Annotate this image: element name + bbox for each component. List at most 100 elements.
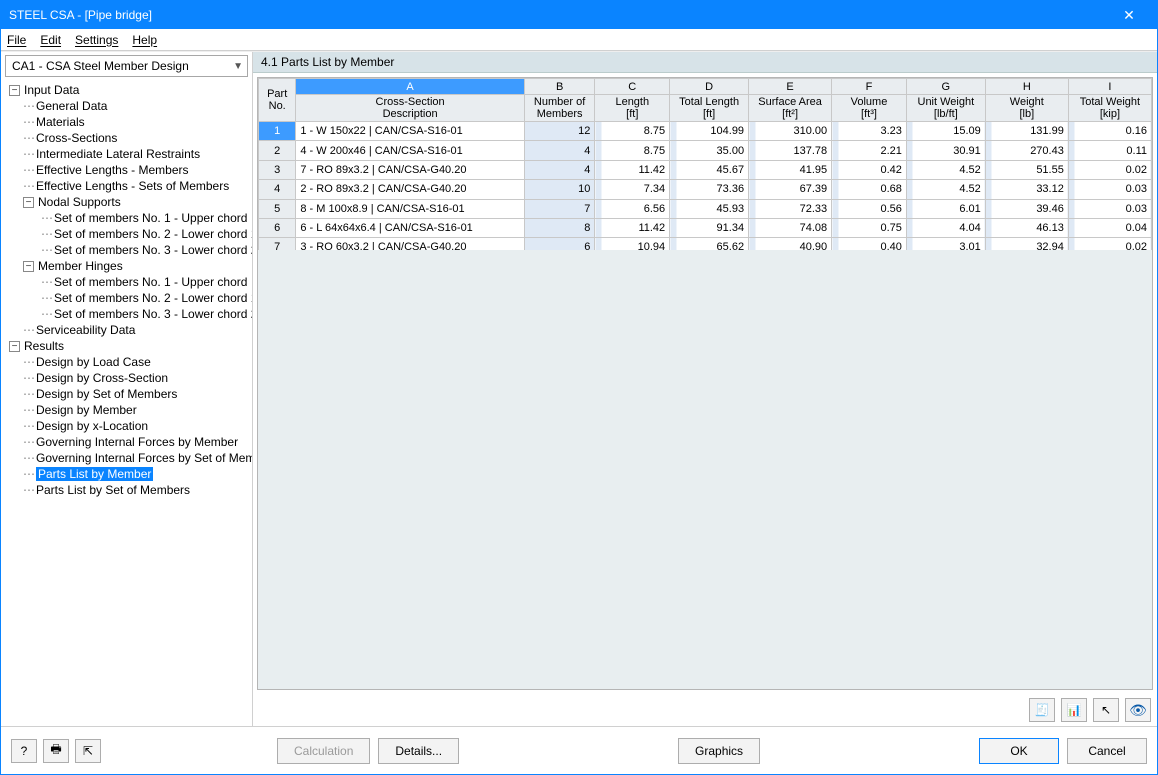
cell-sa[interactable]: 67.39 <box>749 180 832 199</box>
filter-icon[interactable]: 🧾 <box>1029 698 1055 722</box>
cell-w[interactable]: 270.43 <box>985 141 1068 160</box>
details-button[interactable]: Details... <box>378 738 459 764</box>
export-icon[interactable]: ⇱ <box>75 739 101 763</box>
cell-tw[interactable]: 0.04 <box>1068 218 1151 237</box>
table-row[interactable]: 11 - W 150x22 | CAN/CSA-S16-01128.75104.… <box>259 122 1152 141</box>
tree-dm[interactable]: ⋯Design by Member <box>5 402 252 418</box>
table-row[interactable]: 37 - RO 89x3.2 | CAN/CSA-G40.20411.4245.… <box>259 160 1152 179</box>
cell-sa[interactable]: 310.00 <box>749 122 832 141</box>
tree-ns-3[interactable]: ⋯Set of members No. 3 - Lower chord 2 <box>5 242 252 258</box>
tree-gifs[interactable]: ⋯Governing Internal Forces by Set of Mem… <box>5 450 252 466</box>
cell-w[interactable]: 51.55 <box>985 160 1068 179</box>
cell-vol[interactable]: 0.68 <box>832 180 907 199</box>
cell-tot[interactable]: 45.93 <box>670 199 749 218</box>
row-header[interactable]: 2 <box>259 141 296 160</box>
row-header[interactable]: 6 <box>259 218 296 237</box>
tree-gifm[interactable]: ⋯Governing Internal Forces by Member <box>5 434 252 450</box>
col-H[interactable]: H <box>985 79 1068 95</box>
design-case-combo[interactable]: CA1 - CSA Steel Member Design ▼ <box>5 55 248 77</box>
menu-file[interactable]: File <box>7 33 26 47</box>
cell-sa[interactable]: 72.33 <box>749 199 832 218</box>
col-E[interactable]: E <box>749 79 832 95</box>
col-A[interactable]: A <box>296 79 524 95</box>
tree-mh-3[interactable]: ⋯Set of members No. 3 - Lower chord 2 <box>5 306 252 322</box>
cell-tw[interactable]: 0.11 <box>1068 141 1151 160</box>
cell-w[interactable]: 131.99 <box>985 122 1068 141</box>
cell-vol[interactable]: 2.21 <box>832 141 907 160</box>
col-nm[interactable]: Number of Members <box>524 95 595 122</box>
cell-desc[interactable]: 6 - L 64x64x6.4 | CAN/CSA-S16-01 <box>296 218 524 237</box>
cell-desc[interactable]: 4 - W 200x46 | CAN/CSA-S16-01 <box>296 141 524 160</box>
tree-els[interactable]: ⋯Effective Lengths - Sets of Members <box>5 178 252 194</box>
cell-len[interactable]: 11.42 <box>595 160 670 179</box>
col-len[interactable]: Length [ft] <box>595 95 670 122</box>
tree-mh-1[interactable]: ⋯Set of members No. 1 - Upper chord <box>5 274 252 290</box>
cell-uw[interactable]: 4.52 <box>906 160 985 179</box>
cell-nm[interactable]: 12 <box>524 122 595 141</box>
cell-desc[interactable]: 7 - RO 89x3.2 | CAN/CSA-G40.20 <box>296 160 524 179</box>
cell-tot[interactable]: 91.34 <box>670 218 749 237</box>
print-icon[interactable]: 🖶 <box>43 739 69 763</box>
col-sa[interactable]: Surface Area [ft²] <box>749 95 832 122</box>
cell-desc[interactable]: 2 - RO 89x3.2 | CAN/CSA-G40.20 <box>296 180 524 199</box>
data-grid[interactable]: Part No. A B C D E F G H I Cross-S <box>257 77 1153 690</box>
cell-desc[interactable]: 8 - M 100x8.9 | CAN/CSA-S16-01 <box>296 199 524 218</box>
cell-uw[interactable]: 6.01 <box>906 199 985 218</box>
col-I[interactable]: I <box>1068 79 1151 95</box>
help-icon[interactable]: ? <box>11 739 37 763</box>
tree-ns-1[interactable]: ⋯Set of members No. 1 - Upper chord <box>5 210 252 226</box>
tree-general-data[interactable]: ⋯General Data <box>5 98 252 114</box>
tree-results[interactable]: −Results <box>5 338 252 354</box>
cell-tot[interactable]: 73.36 <box>670 180 749 199</box>
table-row[interactable]: 58 - M 100x8.9 | CAN/CSA-S16-0176.5645.9… <box>259 199 1152 218</box>
tree-dsm[interactable]: ⋯Design by Set of Members <box>5 386 252 402</box>
tree-serviceability[interactable]: ⋯Serviceability Data <box>5 322 252 338</box>
menu-settings[interactable]: Settings <box>75 33 118 47</box>
tree-materials[interactable]: ⋯Materials <box>5 114 252 130</box>
tree-ilr[interactable]: ⋯Intermediate Lateral Restraints <box>5 146 252 162</box>
cell-tot[interactable]: 35.00 <box>670 141 749 160</box>
cell-tot[interactable]: 45.67 <box>670 160 749 179</box>
cell-uw[interactable]: 4.04 <box>906 218 985 237</box>
tree-mh-2[interactable]: ⋯Set of members No. 2 - Lower chord 1 <box>5 290 252 306</box>
row-header[interactable]: 5 <box>259 199 296 218</box>
col-vol[interactable]: Volume [ft³] <box>832 95 907 122</box>
col-F[interactable]: F <box>832 79 907 95</box>
tree-input-data[interactable]: −Input Data <box>5 82 252 98</box>
cell-len[interactable]: 8.75 <box>595 122 670 141</box>
cell-nm[interactable]: 4 <box>524 141 595 160</box>
cell-uw[interactable]: 30.91 <box>906 141 985 160</box>
cell-nm[interactable]: 4 <box>524 160 595 179</box>
menu-help[interactable]: Help <box>132 33 157 47</box>
cell-w[interactable]: 46.13 <box>985 218 1068 237</box>
cell-uw[interactable]: 15.09 <box>906 122 985 141</box>
col-C[interactable]: C <box>595 79 670 95</box>
col-uw[interactable]: Unit Weight [lb/ft] <box>906 95 985 122</box>
cell-sa[interactable]: 41.95 <box>749 160 832 179</box>
tree-dlc[interactable]: ⋯Design by Load Case <box>5 354 252 370</box>
cell-nm[interactable]: 10 <box>524 180 595 199</box>
tree-parts-list-member[interactable]: ⋯Parts List by Member <box>5 466 252 482</box>
graphics-button[interactable]: Graphics <box>678 738 760 764</box>
cell-tw[interactable]: 0.03 <box>1068 199 1151 218</box>
cell-len[interactable]: 8.75 <box>595 141 670 160</box>
tree-cross-sections[interactable]: ⋯Cross-Sections <box>5 130 252 146</box>
cell-len[interactable]: 6.56 <box>595 199 670 218</box>
cell-sa[interactable]: 74.08 <box>749 218 832 237</box>
cell-vol[interactable]: 0.42 <box>832 160 907 179</box>
col-tw[interactable]: Total Weight [kip] <box>1068 95 1151 122</box>
tree-parts-list-set[interactable]: ⋯Parts List by Set of Members <box>5 482 252 498</box>
close-icon[interactable]: ✕ <box>1109 7 1149 24</box>
parts-table[interactable]: Part No. A B C D E F G H I Cross-S <box>258 78 1152 250</box>
col-part-no[interactable]: Part No. <box>259 79 296 122</box>
col-B[interactable]: B <box>524 79 595 95</box>
cell-sa[interactable]: 137.78 <box>749 141 832 160</box>
tree-dcs[interactable]: ⋯Design by Cross-Section <box>5 370 252 386</box>
tree-dxl[interactable]: ⋯Design by x-Location <box>5 418 252 434</box>
view-icon[interactable]: 👁 <box>1125 698 1151 722</box>
col-D[interactable]: D <box>670 79 749 95</box>
row-header[interactable]: 1 <box>259 122 296 141</box>
cell-tw[interactable]: 0.02 <box>1068 160 1151 179</box>
cell-desc[interactable]: 1 - W 150x22 | CAN/CSA-S16-01 <box>296 122 524 141</box>
tree-member-hinges[interactable]: −Member Hinges <box>5 258 252 274</box>
